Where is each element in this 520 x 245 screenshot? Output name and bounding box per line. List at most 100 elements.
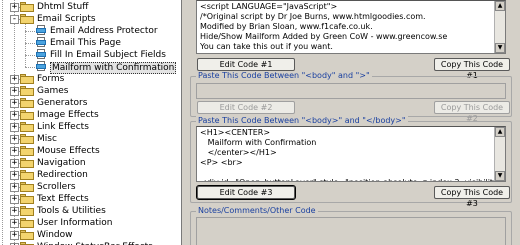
tree-line: [25, 55, 35, 56]
scroll-up-arrow-icon[interactable]: ▲: [495, 1, 505, 11]
tree-item-label: User Information: [37, 218, 113, 228]
tree-item[interactable]: + Text Effects: [0, 193, 181, 205]
expand-icon[interactable]: +: [10, 75, 19, 84]
notes-textarea[interactable]: [196, 217, 506, 245]
expand-icon[interactable]: +: [10, 111, 19, 120]
edit-code-1-button[interactable]: Edit Code #1: [197, 58, 295, 71]
tree-item[interactable]: + Image Effects: [0, 109, 181, 121]
scroll-up-arrow-icon[interactable]: ▲: [495, 127, 505, 137]
tree-item[interactable]: + Generators: [0, 97, 181, 109]
tree-item-label: Dhtml Stuff: [37, 2, 89, 12]
folder-icon: [20, 170, 34, 180]
code-3-scrollbar[interactable]: ▲ ▼: [494, 127, 505, 181]
tree-item[interactable]: Fill In Email Subject Fields: [0, 49, 181, 61]
folder-icon: [20, 86, 34, 96]
tree-item-label: Email Scripts: [37, 14, 96, 24]
tree-item[interactable]: + User Information: [0, 217, 181, 229]
expand-icon[interactable]: +: [10, 3, 19, 12]
expand-icon[interactable]: +: [10, 87, 19, 96]
tree-item-label: Text Effects: [37, 194, 89, 204]
tree-line: [25, 43, 35, 44]
tree-item[interactable]: + Tools & Utilities: [0, 205, 181, 217]
tree-item[interactable]: + Redirection: [0, 169, 181, 181]
folder-icon: [20, 98, 34, 108]
notes-text[interactable]: [197, 218, 505, 220]
notes-title: Notes/Comments/Other Code: [196, 206, 318, 216]
tree-item-label: Window: [37, 230, 73, 240]
copy-code-2-button[interactable]: Copy This Code #2: [434, 101, 510, 123]
expand-icon[interactable]: +: [10, 231, 19, 240]
folder-icon: [20, 14, 34, 24]
tree-item[interactable]: + Scrollers: [0, 181, 181, 193]
tree-item-label: Window StatusBar Effects: [37, 241, 153, 245]
expand-icon[interactable]: +: [10, 135, 19, 144]
script-page-icon: [36, 61, 47, 72]
code-1-textarea[interactable]: <script LANGUAGE="JavaScript"> /*Origina…: [196, 0, 506, 54]
tree-line: [25, 31, 35, 32]
script-page-icon: [36, 49, 47, 60]
code-1-text[interactable]: <script LANGUAGE="JavaScript"> /*Origina…: [197, 1, 505, 53]
folder-icon: [20, 2, 34, 12]
expand-icon[interactable]: +: [10, 183, 19, 192]
tree-item-label: Email This Page: [50, 38, 121, 48]
tree-item-label: Redirection: [37, 170, 88, 180]
folder-icon: [20, 230, 34, 240]
folder-icon: [20, 206, 34, 216]
script-tree[interactable]: + Dhtml Stuff - Email Scripts Email Address …: [0, 0, 182, 245]
code-2-text[interactable]: [197, 84, 505, 86]
tree-item[interactable]: + Mouse Effects: [0, 145, 181, 157]
expand-icon[interactable]: +: [10, 99, 19, 108]
tree-item-label: Games: [37, 86, 69, 96]
expand-icon[interactable]: +: [10, 219, 19, 228]
expand-icon[interactable]: +: [10, 159, 19, 168]
tree-item[interactable]: Email This Page: [0, 37, 181, 49]
tree-item-label: Image Effects: [37, 110, 99, 120]
tree-item-label: Fill In Email Subject Fields: [50, 50, 166, 60]
copy-code-1-button[interactable]: Copy This Code #1: [434, 58, 510, 80]
tree-item[interactable]: + Games: [0, 85, 181, 97]
folder-icon: [20, 74, 34, 84]
scroll-down-arrow-icon[interactable]: ▼: [495, 171, 505, 181]
script-page-icon: [36, 37, 47, 48]
section-2-title: Paste This Code Between "<body" and ">": [196, 71, 372, 81]
scroll-down-arrow-icon[interactable]: ▼: [495, 43, 505, 53]
expand-icon[interactable]: +: [10, 171, 19, 180]
tree-item[interactable]: + Window: [0, 229, 181, 241]
tree-item[interactable]: - Email Scripts: [0, 13, 181, 25]
code-1-scrollbar[interactable]: ▲ ▼: [494, 1, 505, 53]
expand-icon[interactable]: +: [10, 147, 19, 156]
tree-item-label: Link Effects: [37, 122, 89, 132]
tree-item-label: Tools & Utilities: [37, 206, 106, 216]
edit-code-2-button[interactable]: Edit Code #2: [197, 101, 295, 114]
code-3-text[interactable]: <H1><CENTER> Mailform with Confirmation …: [197, 127, 505, 181]
tree-item[interactable]: + Forms: [0, 73, 181, 85]
copy-code-3-button[interactable]: Copy This Code #3: [434, 186, 510, 208]
folder-icon: [20, 146, 34, 156]
tree-item[interactable]: + Navigation: [0, 157, 181, 169]
collapse-icon[interactable]: -: [10, 15, 19, 24]
tree-item-label: Scrollers: [37, 182, 76, 192]
code-3-textarea[interactable]: <H1><CENTER> Mailform with Confirmation …: [196, 126, 506, 182]
folder-icon: [20, 218, 34, 228]
folder-icon: [20, 122, 34, 132]
edit-code-3-button[interactable]: Edit Code #3: [196, 185, 296, 200]
folder-icon: [20, 134, 34, 144]
tree-item[interactable]: + Link Effects: [0, 121, 181, 133]
code-2-textarea[interactable]: [196, 83, 506, 99]
tree-item[interactable]: + Dhtml Stuff: [0, 1, 181, 13]
tree-item[interactable]: +Window StatusBar Effects: [0, 241, 181, 245]
expand-icon[interactable]: +: [10, 195, 19, 204]
tree-item[interactable]: Email Address Protector: [0, 25, 181, 37]
tree-item[interactable]: + Misc: [0, 133, 181, 145]
tree-line: [25, 67, 35, 68]
folder-icon: [20, 182, 34, 192]
script-page-icon: [36, 25, 47, 36]
folder-icon: [20, 110, 34, 120]
expand-icon[interactable]: +: [10, 123, 19, 132]
tree-item[interactable]: Mailform with Confirmation: [0, 61, 181, 74]
tree-item-label: Generators: [37, 98, 88, 108]
tree-item-label: Forms: [37, 74, 65, 84]
tree-item-label: Misc: [37, 134, 57, 144]
folder-icon: [20, 194, 34, 204]
expand-icon[interactable]: +: [10, 207, 19, 216]
